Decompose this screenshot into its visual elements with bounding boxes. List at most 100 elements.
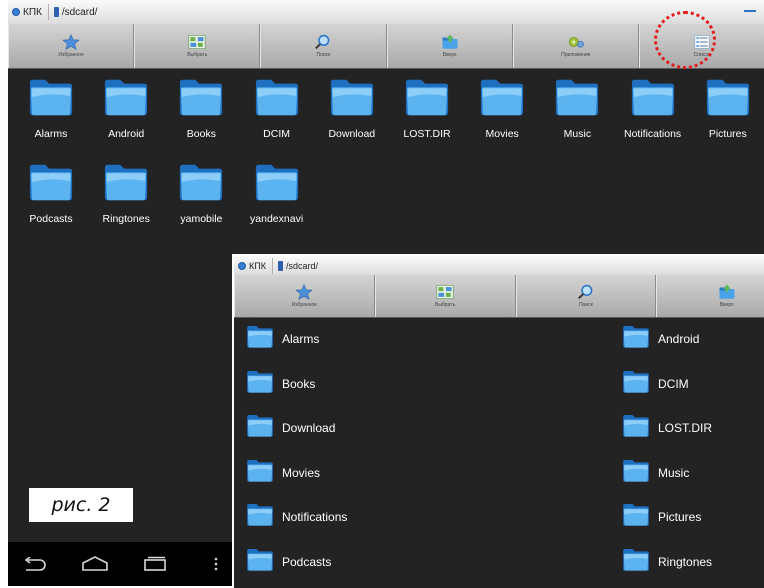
folder-item[interactable]: Notifications — [616, 76, 690, 140]
folder-item[interactable]: DCIM — [240, 76, 314, 140]
folder-item[interactable]: Movies — [465, 76, 539, 140]
back-button[interactable] — [20, 554, 50, 574]
folder-name: Pictures — [708, 128, 747, 140]
folder-item[interactable]: yandexnavi — [240, 161, 314, 225]
folder-icon — [29, 164, 73, 201]
folder-list-item[interactable]: Android — [622, 326, 699, 352]
folder-icon — [622, 458, 650, 488]
favorites-button[interactable]: Избранное — [234, 275, 375, 317]
folder-list-item[interactable]: Notifications — [246, 504, 347, 530]
folder-icon — [29, 79, 73, 116]
folder-icon — [630, 76, 676, 123]
path-text: /sdcard/ — [61, 6, 98, 18]
folder-list-item[interactable]: DCIM — [622, 369, 689, 399]
search-button[interactable]: Поиск — [260, 24, 387, 68]
folder-icon — [255, 79, 298, 116]
folder-icon — [330, 79, 373, 116]
folder-icon — [254, 161, 300, 208]
select-button[interactable]: Выбрать — [134, 24, 261, 68]
folder-icon — [247, 370, 273, 393]
path-text: /sdcard/ — [285, 260, 318, 271]
folder-item[interactable]: Books — [164, 76, 238, 140]
app-title-chip[interactable]: КПК — [234, 256, 272, 275]
folder-item[interactable]: LOST.DIR — [390, 76, 464, 140]
folder-name: Music — [563, 128, 592, 140]
app-title: КПК — [23, 6, 42, 18]
highlight-circle-annotation — [654, 11, 716, 69]
folder-icon — [623, 504, 649, 526]
folder-list-item[interactable]: Download — [246, 415, 335, 441]
search-label: Поиск — [316, 52, 331, 58]
gears-icon — [567, 34, 585, 50]
folder-list-item[interactable]: Podcasts — [246, 549, 331, 575]
up-button[interactable]: Вверх — [656, 275, 764, 317]
folder-name: Download — [282, 421, 336, 436]
apps-label: Приложения — [561, 52, 591, 58]
folder-item[interactable]: Pictures — [691, 76, 764, 140]
minimize-button[interactable] — [744, 10, 756, 12]
folder-icon — [706, 79, 749, 116]
folder-name: Podcasts — [29, 213, 73, 225]
path-breadcrumb[interactable]: /sdcard/ — [47, 4, 103, 20]
folder-item[interactable]: Music — [540, 76, 614, 140]
up-label: Вверх — [442, 52, 457, 58]
folder-item[interactable]: Alarms — [14, 76, 88, 140]
favorites-label: Избранное — [58, 52, 84, 58]
folder-icon — [246, 324, 274, 354]
path-breadcrumb[interactable]: /sdcard/ — [271, 257, 323, 274]
home-button[interactable] — [80, 554, 110, 574]
folder-item[interactable]: Podcasts — [14, 161, 88, 225]
folder-icon — [622, 369, 650, 399]
folder-icon — [622, 413, 650, 443]
figure-caption: рис. 2 — [29, 488, 133, 522]
folder-name: Movies — [485, 128, 519, 140]
folder-icon — [404, 76, 450, 123]
folder-item[interactable]: Ringtones — [89, 161, 163, 225]
folder-icon — [622, 502, 650, 532]
recent-apps-button[interactable] — [140, 554, 170, 574]
sdcard-icon — [277, 260, 283, 271]
recent-apps-icon — [144, 556, 166, 571]
overflow-menu-button[interactable] — [212, 554, 220, 574]
folder-icon — [631, 79, 674, 116]
folder-icon — [247, 504, 273, 526]
sdcard-icon — [53, 7, 59, 17]
select-grid-icon — [436, 284, 454, 300]
folder-name: LOST.DIR — [403, 128, 451, 140]
folder-item[interactable]: Android — [89, 76, 163, 140]
folder-list-item[interactable]: Pictures — [622, 504, 701, 530]
app-title: КПК — [249, 260, 266, 271]
folder-icon — [329, 76, 375, 123]
overflow-menu-icon — [214, 557, 218, 571]
folder-list-item[interactable]: Movies — [246, 459, 320, 486]
apps-button[interactable]: Приложения — [512, 24, 639, 68]
folder-icon — [556, 79, 599, 116]
select-label: Выбрать — [187, 52, 208, 58]
star-icon — [295, 284, 314, 300]
select-button[interactable]: Выбрать — [374, 275, 516, 317]
folder-item[interactable]: Download — [315, 76, 389, 140]
home-icon — [82, 556, 108, 571]
favorites-button[interactable]: Избранное — [8, 24, 135, 68]
folder-name: LOST.DIR — [658, 421, 713, 436]
title-bar: КПК /sdcard/ — [234, 256, 764, 276]
folder-icon — [180, 164, 223, 201]
folder-list-item[interactable]: Books — [246, 370, 315, 397]
folder-icon — [178, 161, 224, 208]
folder-name: Download — [328, 128, 376, 140]
folder-name: Music — [658, 465, 690, 480]
folder-list-item[interactable]: Ringtones — [622, 549, 712, 575]
folder-item[interactable]: yamobile — [164, 161, 238, 225]
folder-up-icon — [441, 34, 459, 50]
up-button[interactable]: Вверх — [386, 24, 513, 68]
folder-list-item[interactable]: LOST.DIR — [622, 415, 712, 441]
folder-icon — [105, 79, 148, 116]
app-title-chip[interactable]: КПК — [8, 0, 48, 24]
folder-icon — [180, 79, 223, 116]
search-button[interactable]: Поиск — [515, 275, 657, 317]
favorites-label: Избранное — [291, 302, 318, 308]
folder-icon — [28, 76, 74, 123]
folder-list-item[interactable]: Music — [622, 458, 690, 488]
folder-icon — [103, 76, 149, 123]
folder-list-item[interactable]: Alarms — [246, 326, 319, 352]
